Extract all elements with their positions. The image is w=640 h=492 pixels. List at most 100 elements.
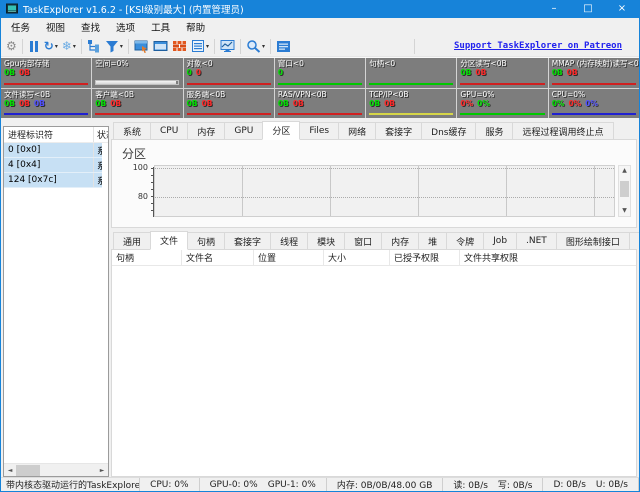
tab-dotnet[interactable]: .NET	[516, 232, 557, 249]
column-header-handle[interactable]: 句柄	[112, 250, 182, 265]
column-header-pid[interactable]: 进程标识符	[4, 127, 94, 142]
process-tree-button[interactable]	[85, 37, 103, 56]
tab-sockets2[interactable]: 套接字	[224, 232, 271, 249]
column-header-share-access[interactable]: 文件共享权限	[460, 250, 636, 265]
detail-panel: 系统 CPU 内存 GPU 分区 Files 网络 套接字 Dns缓存 服务 远…	[111, 120, 637, 477]
meter-partition-io[interactable]: 分区读写<0B 0B 0B	[457, 58, 547, 88]
tab-token[interactable]: 令牌	[446, 232, 484, 249]
scroll-left-icon[interactable]: ◄	[4, 467, 16, 474]
tab-general[interactable]: 通用	[113, 232, 151, 249]
find-window-button[interactable]	[132, 37, 151, 56]
meter-value: 0	[278, 68, 283, 77]
tab-sockets[interactable]: 套接字	[375, 122, 422, 139]
menu-tools[interactable]: 工具	[143, 18, 178, 36]
menu-options[interactable]: 选项	[108, 18, 143, 36]
monitor-window-button[interactable]	[151, 37, 170, 56]
column-header-location[interactable]: 位置	[254, 250, 324, 265]
tab-memory2[interactable]: 内存	[381, 232, 419, 249]
chart-vscrollbar[interactable]: ▲ ▼	[618, 165, 631, 217]
meter-windows[interactable]: 窗口<0 0	[275, 58, 365, 88]
taskexplorer-window: TaskExplorer v1.6.2 - [KSI级别最大] (内置管理员) …	[0, 0, 640, 492]
meter-objects[interactable]: 对象<0 0 0	[184, 58, 274, 88]
meter-graph-line	[460, 83, 544, 85]
settings-button[interactable]: ⚙	[4, 37, 19, 56]
tab-handles[interactable]: 句柄	[187, 232, 225, 249]
menu-find[interactable]: 查找	[73, 18, 108, 36]
main-area: 进程标识符 状态 0 [0x0] 系统 4 [0x4] 系统 124 [0x7c…	[1, 118, 639, 477]
meter-value: 0B	[293, 99, 304, 108]
meter-space[interactable]: 空间=0%	[92, 58, 182, 88]
patreon-link[interactable]: Support TaskExplorer on Patreon	[454, 41, 622, 51]
process-list-vscrollbar[interactable]	[102, 143, 108, 462]
tab-heap[interactable]: 堆	[418, 232, 447, 249]
process-row[interactable]: 0 [0x0] 系统	[4, 143, 102, 158]
list-view-button[interactable]: ▾	[189, 37, 211, 56]
meter-mmap-io[interactable]: MMAP (内存映射)读写<0B 0B 0B	[549, 58, 639, 88]
refresh-button[interactable]: ↻ ▾	[42, 37, 60, 56]
files-panel: 句柄 文件名 位置 大小 已授予权限 文件共享权限	[111, 250, 637, 477]
maximize-button[interactable]: □	[571, 0, 605, 18]
files-table-body[interactable]	[112, 266, 636, 476]
tab-windows[interactable]: 窗口	[344, 232, 382, 249]
meter-file-io[interactable]: 文件读写<0B 0B 0B 0B	[1, 89, 91, 119]
search-button[interactable]: ▾	[244, 37, 267, 56]
dropdown-arrow-icon: ▾	[55, 43, 58, 50]
meter-client[interactable]: 客户端<0B 0B 0B	[92, 89, 182, 119]
tab-job[interactable]: Job	[483, 232, 517, 249]
status-bar-spacer	[638, 478, 639, 491]
tab-memory[interactable]: 内存	[187, 122, 225, 139]
scroll-up-icon[interactable]: ▲	[622, 167, 627, 175]
column-header-filename[interactable]: 文件名	[182, 250, 254, 265]
gpu1-usage: GPU-1: 0%	[268, 480, 316, 490]
meter-cpu[interactable]: CPU=0% 0% 0% 0%	[549, 89, 639, 119]
freeze-button[interactable]: ❄ ▾	[60, 37, 78, 56]
menu-help[interactable]: 帮助	[178, 18, 213, 36]
meter-handles[interactable]: 句柄<0	[366, 58, 456, 88]
meter-label: GPU=0%	[460, 90, 544, 99]
meter-ras-vpn[interactable]: RAS/VPN<0B 0B 0B	[275, 89, 365, 119]
meter-value: 0B	[34, 99, 45, 108]
close-button[interactable]: ×	[605, 0, 639, 18]
tab-network[interactable]: 网络	[338, 122, 376, 139]
hscroll-thumb[interactable]	[16, 465, 40, 476]
tab-debug[interactable]: 调试	[629, 232, 640, 249]
vscroll-thumb[interactable]	[620, 181, 629, 197]
filter-button[interactable]: ▾	[103, 37, 125, 56]
menu-tasks[interactable]: 任务	[3, 18, 38, 36]
meter-gpu[interactable]: GPU=0% 0% 0%	[457, 89, 547, 119]
tab-cpu[interactable]: CPU	[150, 122, 188, 139]
scroll-right-icon[interactable]: ►	[96, 467, 108, 474]
column-header-status[interactable]: 状态	[94, 127, 108, 142]
pause-button[interactable]	[26, 37, 42, 56]
tab-services[interactable]: 服务	[475, 122, 513, 139]
tab-file[interactable]: 文件	[150, 231, 188, 250]
tab-rpc-endpoints[interactable]: 远程过程调用终止点	[512, 122, 613, 139]
meter-tcp-ip[interactable]: TCP/IP<0B 0B 0B	[366, 89, 456, 119]
tab-dns-cache[interactable]: Dns缓存	[421, 122, 476, 139]
column-header-granted-access[interactable]: 已授予权限	[390, 250, 460, 265]
process-pid: 0 [0x0]	[4, 143, 94, 157]
process-list-hscrollbar[interactable]: ◄ ►	[4, 463, 108, 476]
meter-graph-line	[552, 83, 636, 85]
meter-server[interactable]: 服务端<0B 0B 0B	[184, 89, 274, 119]
status-gpu: GPU-0: 0% GPU-1: 0%	[199, 478, 326, 491]
meter-value: 0B	[187, 99, 198, 108]
info-panel-button[interactable]	[274, 37, 293, 56]
process-row[interactable]: 124 [0x7c] 系统	[4, 173, 102, 188]
tab-files[interactable]: Files	[299, 122, 339, 139]
firewall-button[interactable]	[170, 37, 189, 56]
menu-view[interactable]: 视图	[38, 18, 73, 36]
meter-values: 0B 0B	[95, 99, 179, 108]
scroll-down-icon[interactable]: ▼	[622, 207, 627, 215]
system-graph-button[interactable]	[218, 37, 237, 56]
tab-system[interactable]: 系统	[113, 122, 151, 139]
tab-gdi[interactable]: 图形绘制接口	[556, 232, 630, 249]
minimize-button[interactable]: –	[537, 0, 571, 18]
meter-gpu-memory[interactable]: Gpu内部存储 0B 0B	[1, 58, 91, 88]
tab-gpu[interactable]: GPU	[224, 122, 263, 139]
column-header-size[interactable]: 大小	[324, 250, 390, 265]
process-row[interactable]: 4 [0x4] 系统	[4, 158, 102, 173]
tab-threads[interactable]: 线程	[270, 232, 308, 249]
tab-partition[interactable]: 分区	[262, 121, 300, 140]
tab-modules[interactable]: 模块	[307, 232, 345, 249]
